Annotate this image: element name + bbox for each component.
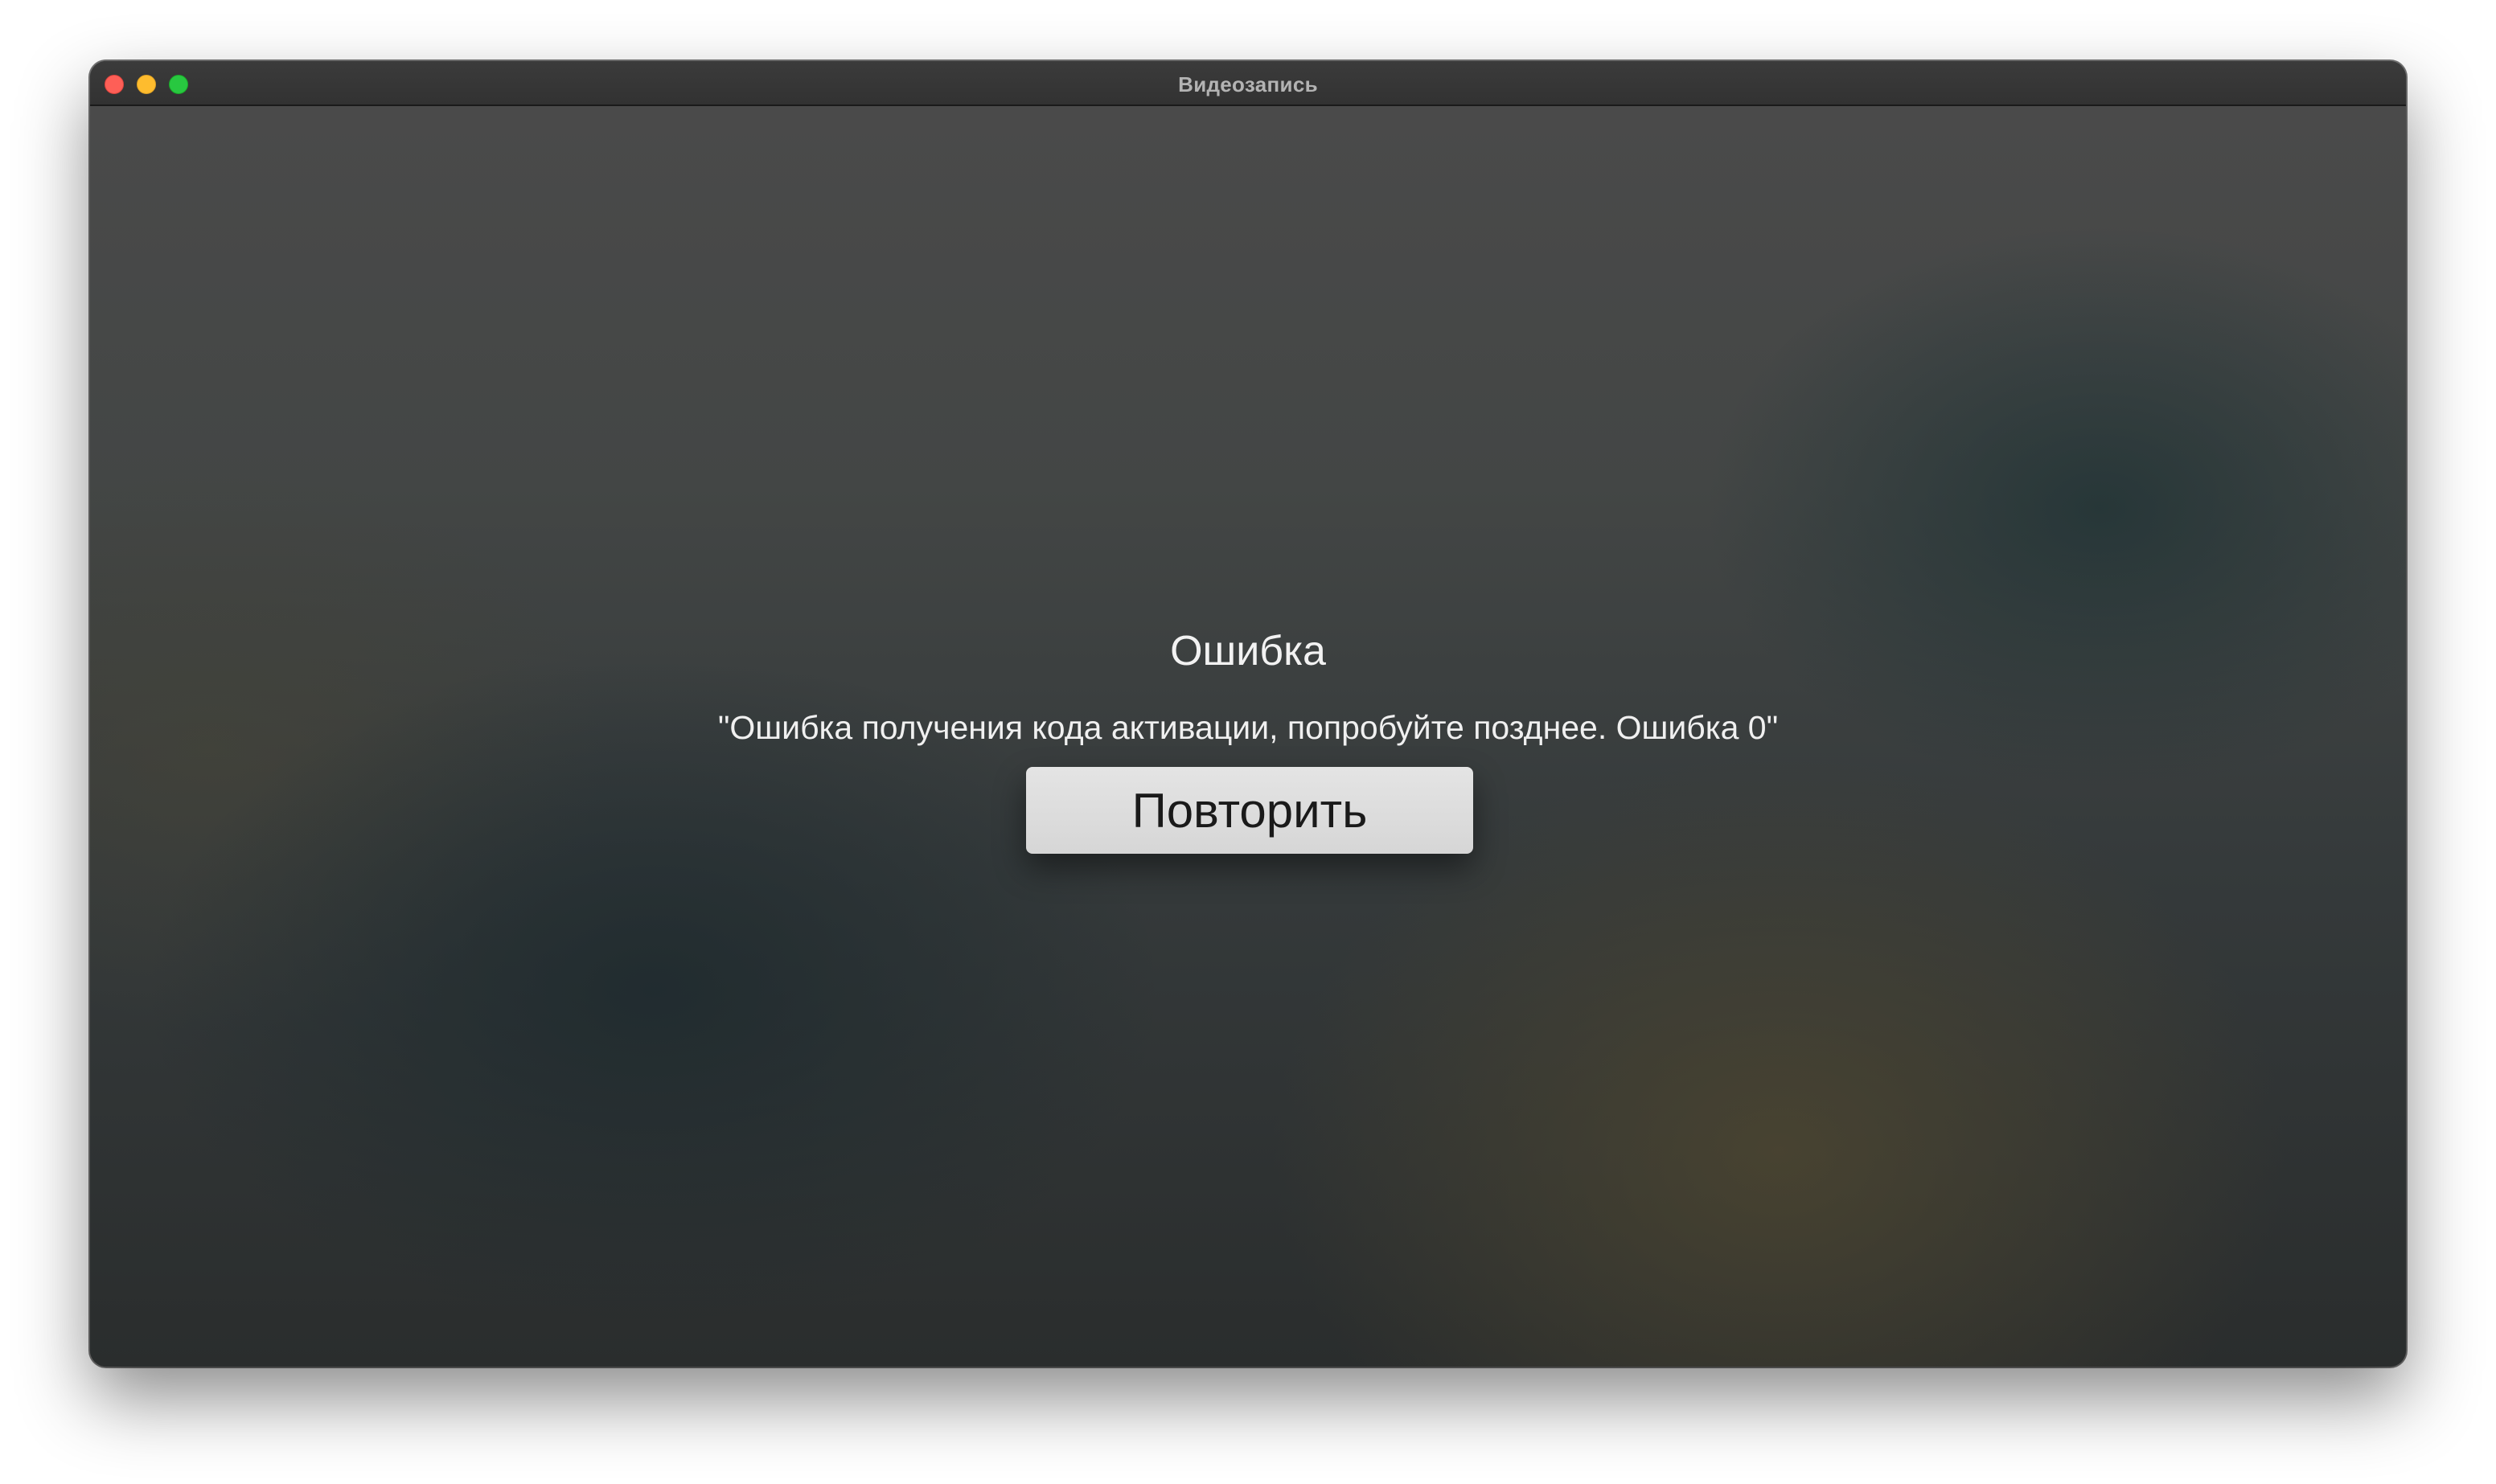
app-window: Видеозапись Ошибка "Ошибка получения код… — [90, 61, 2406, 1367]
error-message: "Ошибка получения кода активации, попроб… — [717, 709, 1779, 746]
window-title: Видеозапись — [1178, 72, 1318, 96]
error-screen: Ошибка "Ошибка получения кода активации,… — [90, 106, 2406, 1367]
retry-button[interactable]: Повторить — [1026, 767, 1473, 854]
title-bar[interactable]: Видеозапись — [90, 61, 2406, 106]
error-title: Ошибка — [1170, 628, 1326, 674]
